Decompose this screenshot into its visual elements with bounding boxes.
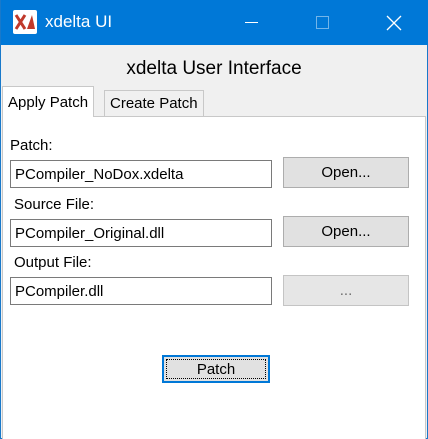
tab-strip: Apply Patch Create Patch	[1, 86, 427, 117]
close-icon	[386, 15, 402, 30]
app-window: xdelta UI xdelta User Interface Apply Pa…	[0, 0, 428, 439]
source-file-input[interactable]	[10, 219, 272, 247]
minimize-icon	[244, 22, 258, 23]
minimize-button[interactable]	[228, 0, 274, 45]
apply-patch-panel: Patch: Open... Source File: Open... Outp…	[2, 116, 426, 439]
output-file-input[interactable]	[10, 277, 272, 305]
focus-rect	[166, 359, 266, 379]
tab-apply-patch[interactable]: Apply Patch	[2, 86, 95, 117]
patch-label: Patch:	[10, 137, 53, 154]
source-open-button[interactable]: Open...	[283, 216, 409, 247]
maximize-button[interactable]	[299, 0, 345, 45]
output-file-label: Output File:	[14, 254, 92, 271]
source-file-label: Source File:	[14, 196, 95, 213]
output-browse-button[interactable]: ...	[283, 275, 409, 306]
patch-input[interactable]	[10, 160, 272, 188]
window-title: xdelta UI	[45, 12, 113, 31]
title-bar[interactable]: xdelta UI	[1, 0, 428, 45]
close-button[interactable]	[371, 0, 417, 45]
patch-button[interactable]: Patch	[162, 355, 270, 383]
tab-create-patch[interactable]: Create Patch	[104, 90, 204, 116]
page-title: xdelta User Interface	[126, 58, 302, 79]
patch-open-button[interactable]: Open...	[283, 157, 409, 188]
xdelta-logo-icon	[13, 10, 37, 34]
maximize-icon	[315, 16, 329, 29]
